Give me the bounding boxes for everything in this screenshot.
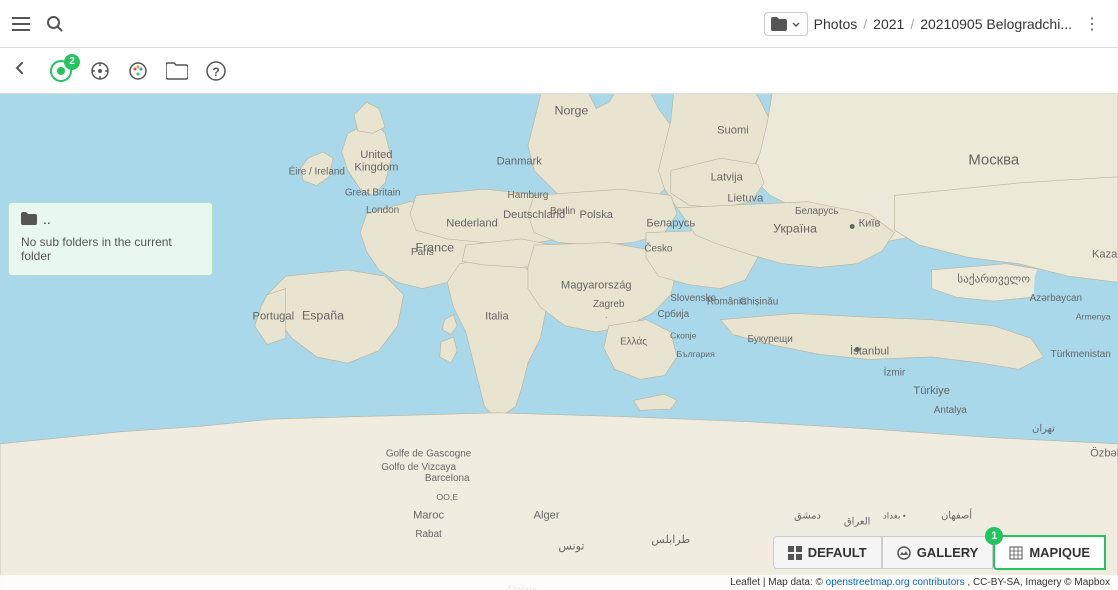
- toolbar-left: [12, 15, 64, 33]
- svg-text:Київ: Київ: [859, 217, 881, 229]
- svg-text:Türkmenistan: Türkmenistan: [1051, 349, 1111, 360]
- attribution-suffix: , CC-BY-SA, Imagery © Mapbox: [967, 577, 1110, 588]
- svg-text:تهران: تهران: [1032, 423, 1055, 434]
- palette-icon[interactable]: [128, 61, 148, 81]
- svg-text:Özbəkistan: Özbəkistan: [1090, 446, 1118, 459]
- svg-text:Italia: Italia: [485, 311, 509, 323]
- mapique-view-button[interactable]: MAPIQUE: [993, 535, 1106, 570]
- svg-text:OO,E: OO,E: [436, 492, 458, 502]
- default-label: DEFAULT: [808, 545, 867, 560]
- breadcrumb-year[interactable]: 2021: [873, 16, 904, 32]
- svg-text:Москва: Москва: [968, 152, 1020, 168]
- menu-icon[interactable]: [12, 17, 30, 31]
- svg-text:Україна: Україна: [773, 222, 817, 236]
- svg-text:Alger: Alger: [534, 509, 560, 521]
- breadcrumb-sep-2: /: [910, 16, 914, 32]
- svg-text:Maroc: Maroc: [413, 509, 444, 521]
- svg-text:Türkiye: Türkiye: [913, 385, 950, 397]
- svg-text:Golfe de Gascogne: Golfe de Gascogne: [386, 448, 472, 459]
- pin-badge: 2: [64, 54, 80, 70]
- svg-text:?: ?: [212, 65, 219, 79]
- svg-text:دمشق: دمشق: [794, 510, 821, 521]
- more-options-button[interactable]: ⋮: [1078, 12, 1106, 36]
- mapique-label: MAPIQUE: [1029, 545, 1090, 560]
- svg-text:United: United: [360, 149, 392, 161]
- svg-text:طرابلس: طرابلس: [651, 534, 690, 546]
- svg-text:Србија: Србија: [657, 309, 689, 320]
- folder-panel-icon: [21, 212, 37, 226]
- svg-text:Berlin: Berlin: [550, 206, 575, 217]
- breadcrumb-sep-1: /: [863, 16, 867, 32]
- svg-text:Paris: Paris: [411, 247, 434, 258]
- svg-text:Suomi: Suomi: [717, 124, 749, 136]
- breadcrumb-photos[interactable]: Photos: [814, 16, 858, 32]
- svg-text:Barcelona: Barcelona: [425, 473, 470, 484]
- osm-link[interactable]: openstreetmap.org contributors: [826, 577, 965, 588]
- svg-text:Golfo de Vizcaya: Golfo de Vizcaya: [381, 462, 456, 473]
- gallery-label: GALLERY: [917, 545, 979, 560]
- svg-text:Great Britain: Great Britain: [345, 187, 401, 198]
- svg-text:Polska: Polska: [580, 209, 614, 221]
- svg-text:Latvija: Latvija: [711, 172, 744, 184]
- back-button[interactable]: [12, 60, 28, 81]
- folder-panel-row: ..: [21, 211, 200, 227]
- svg-text:Norge: Norge: [555, 104, 589, 118]
- help-icon[interactable]: ?: [206, 61, 226, 81]
- svg-text:Danmark: Danmark: [497, 155, 543, 167]
- sub-toolbar: 2 ?: [0, 48, 1118, 94]
- svg-text:Azərbaycan: Azərbaycan: [1030, 293, 1082, 304]
- svg-text:London: London: [366, 205, 399, 216]
- svg-text:Ελλάς: Ελλάς: [620, 336, 647, 347]
- svg-text:تونس: تونس: [558, 540, 584, 552]
- svg-text:أصفهان: أصفهان: [941, 508, 972, 521]
- search-icon[interactable]: [46, 15, 64, 33]
- folder-selector[interactable]: [764, 12, 808, 36]
- svg-text:Скопје: Скопје: [670, 330, 697, 340]
- svg-text:Armenya: Armenya: [1076, 312, 1111, 322]
- map-attribution: Leaflet | Map data: © openstreetmap.org …: [0, 575, 1118, 590]
- grid-icon: [788, 546, 802, 560]
- svg-text:İzmir: İzmir: [884, 368, 906, 379]
- top-toolbar: Photos / 2021 / 20210905 Belogradchi... …: [0, 0, 1118, 48]
- svg-text:Lietuva: Lietuva: [727, 193, 764, 205]
- folder-panel-message: No sub folders in the current folder: [21, 235, 200, 263]
- svg-text:Hamburg: Hamburg: [508, 190, 549, 201]
- svg-text:Chișinău: Chișinău: [740, 297, 779, 308]
- svg-text:Букурещи: Букурещи: [748, 334, 793, 345]
- folder-icon[interactable]: [166, 62, 188, 80]
- svg-text:Rabat: Rabat: [415, 529, 442, 540]
- svg-text:България: България: [676, 349, 715, 359]
- gallery-icon: [897, 546, 911, 560]
- svg-text:Zagreb: Zagreb: [593, 299, 625, 310]
- svg-text:بغداد •: بغداد •: [883, 510, 906, 520]
- gallery-view-button[interactable]: GALLERY: [882, 536, 994, 569]
- crosshair-icon[interactable]: [90, 61, 110, 81]
- svg-text:Éire / Ireland: Éire / Ireland: [289, 166, 345, 177]
- svg-text:საქართველო: საქართველო: [957, 272, 1030, 285]
- svg-text:Kingdom: Kingdom: [354, 162, 398, 174]
- folder-parent-label[interactable]: ..: [43, 211, 51, 227]
- svg-text:Nederland: Nederland: [446, 217, 497, 229]
- default-view-button[interactable]: DEFAULT: [773, 536, 882, 569]
- map-container[interactable]: Norge Suomi United Kingdom Great Britain…: [0, 94, 1118, 590]
- svg-text:Беларусь: Беларусь: [646, 217, 695, 229]
- svg-text:·: ·: [605, 313, 607, 322]
- mapique-button-wrap: MAPIQUE 1: [993, 535, 1106, 570]
- svg-text:Antalya: Antalya: [934, 405, 968, 416]
- svg-text:Magyarország: Magyarország: [561, 280, 632, 292]
- svg-text:العراق: العراق: [844, 517, 871, 528]
- svg-text:España: España: [302, 309, 344, 323]
- svg-text:Беларусь: Беларусь: [795, 206, 838, 217]
- folder-panel: .. No sub folders in the current folder: [8, 202, 213, 276]
- attribution-text: Leaflet | Map data: ©: [730, 577, 826, 588]
- map-view-controls: DEFAULT GALLERY MAPIQUE 1: [773, 535, 1106, 570]
- breadcrumb-album[interactable]: 20210905 Belogradchi...: [920, 16, 1072, 32]
- svg-text:Portugal: Portugal: [253, 311, 295, 323]
- toolbar-right: Photos / 2021 / 20210905 Belogradchi... …: [764, 12, 1106, 36]
- pin-button-wrap: 2: [50, 60, 72, 82]
- svg-text:Česko: Česko: [644, 243, 673, 254]
- mapique-icon: [1009, 546, 1023, 560]
- svg-text:Kazakstan: Kazakstan: [1092, 249, 1118, 261]
